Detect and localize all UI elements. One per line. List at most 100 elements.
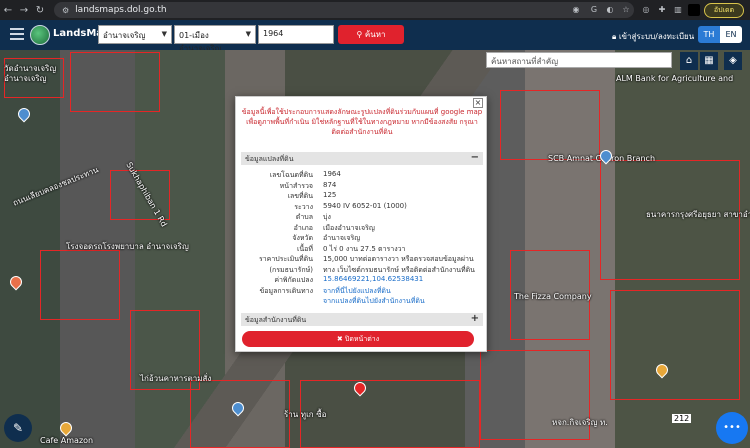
poi-marker[interactable]: [57, 419, 75, 437]
info-label: เนื้อที่: [297, 244, 313, 253]
info-label: จังหวัด: [292, 234, 313, 242]
section-title: ข้อมูลสำนักงานที่ดิน: [245, 316, 307, 324]
info-value: เมืองอำนาจเจริญ: [323, 223, 375, 232]
scale-label: 212: [672, 414, 692, 423]
section-title: ข้อมูลแปลงที่ดิน: [245, 155, 294, 163]
chevron-down-icon: ▼: [161, 30, 167, 38]
info-value: 1964: [323, 170, 341, 178]
extension-g-icon[interactable]: G: [588, 4, 600, 16]
info-row: เลขที่ดิน 125: [241, 191, 483, 202]
info-row: จังหวัด อำนาจเจริญ: [241, 233, 483, 244]
info-label: ค่าพิกัดแปลง: [274, 276, 313, 284]
info-value: 125: [323, 191, 337, 199]
map-label: ALM Bank for Agriculture and: [616, 74, 734, 83]
chevron-down-icon: ▼: [245, 30, 251, 38]
grid-icon[interactable]: ▦: [700, 52, 718, 70]
map-label: Cafe Amazon: [40, 436, 94, 445]
map-label: หจก.กิจเจริญ ท.: [552, 418, 608, 427]
extension-icon[interactable]: ◐: [604, 4, 616, 16]
info-row: เนื้อที่ 0 ไร่ 0 งาน 27.5 ตารางวา: [241, 244, 483, 255]
site-info-icon[interactable]: ⚙: [62, 6, 69, 15]
land-office-section-header[interactable]: ข้อมูลสำนักงานที่ดิน +: [241, 313, 483, 326]
layers-icon[interactable]: ◈: [724, 52, 742, 70]
info-label: อำเภอ: [293, 223, 313, 232]
parcel-number-value: 1964: [263, 29, 284, 38]
info-row: เลขโฉนดที่ดิน 1964: [241, 170, 483, 181]
info-row: จากแปลงที่ดินไปยังสำนักงานที่ดิน: [241, 296, 483, 307]
parcel-info-table: เลขโฉนดที่ดิน 1964 หน้าสำรวจ 874 เลขที่ดิน 12…: [241, 170, 483, 307]
hamburger-menu-icon[interactable]: [10, 28, 24, 40]
expand-icon[interactable]: +: [471, 313, 479, 324]
info-value: ทาง เว็บไซต์กรมธนารักษ์ หรือติดต่อสำนักง…: [323, 265, 475, 274]
lock-icon: 🔒︎: [612, 32, 619, 41]
map-label: ถนนเลียบคลองชลประทาน: [11, 165, 100, 208]
poi-marker[interactable]: [15, 105, 33, 123]
info-row: หน้าสำรวจ 874: [241, 181, 483, 192]
info-link[interactable]: จากแปลงที่ดินไปยังสำนักงานที่ดิน: [323, 296, 425, 307]
home-icon[interactable]: ⌂: [680, 52, 698, 70]
info-label: ตำบล: [295, 213, 313, 221]
back-icon[interactable]: ←: [0, 5, 16, 16]
close-window-button[interactable]: ✖ ปิดหน้าต่าง: [242, 331, 474, 347]
address-bar[interactable]: ⚙ landsmaps.dol.go.th: [54, 2, 634, 18]
update-button[interactable]: อัปเดต: [704, 3, 744, 18]
parcel-info-dialog: × ข้อมูลนี้เพื่อใช้ประกอบการแสดงลักษณะรู…: [235, 96, 487, 352]
login-register-link[interactable]: 🔒︎ เข้าสู่ระบบ/ลงทะเบียน: [612, 30, 694, 43]
bookmark-star-icon[interactable]: ☆: [620, 4, 632, 16]
chat-icon[interactable]: •••: [716, 412, 748, 444]
place-search-input[interactable]: ค้นหาสถานที่สำคัญ: [486, 52, 672, 68]
sidebar-icon[interactable]: ▥: [672, 4, 684, 16]
district-select[interactable]: 01-เมืองอำนาจเจริญ ▼: [174, 25, 256, 53]
lang-th-button[interactable]: TH: [698, 26, 720, 43]
map-label: ไก่อ้วนคาหารตามสั่ง: [140, 374, 212, 383]
url-text: landsmaps.dol.go.th: [75, 5, 167, 15]
map-label: ร้าน ทูเก ซื้อ: [284, 410, 327, 419]
info-label: เลขโฉนดที่ดิน: [269, 171, 313, 179]
info-label: หน้าสำรวจ: [279, 181, 313, 190]
parcel-number-input[interactable]: 1964: [258, 25, 334, 44]
info-row: ค่าพิกัดแปลง 15.86469221,104.62538431: [241, 275, 483, 286]
app-header: LandsMaps อำนาจเจริญ ▼ 01-เมืองอำนาจเจริ…: [0, 20, 750, 53]
info-value: 5940 IV 6052-01 (1000): [323, 201, 407, 210]
parcel-outline: [300, 380, 480, 448]
map-label: โรงจอดรถโรงพยาบาล อำนาจเจริญ: [66, 242, 189, 251]
info-value: บุ่ง: [323, 213, 331, 221]
info-label: (กรมธนารักษ์): [269, 265, 313, 274]
parcel-outline: [500, 90, 600, 160]
reload-icon[interactable]: ↻: [32, 5, 48, 16]
forward-icon[interactable]: →: [16, 5, 32, 16]
collapse-icon[interactable]: −: [471, 152, 479, 163]
parcel-outline: [40, 250, 120, 320]
province-select-value: อำนาจเจริญ: [103, 31, 146, 40]
info-row: (กรมธนารักษ์) ทาง เว็บไซต์กรมธนารักษ์ หรื…: [241, 265, 483, 276]
avatar[interactable]: [688, 4, 700, 16]
puzzle-icon[interactable]: ✚: [656, 4, 668, 16]
landsmaps-logo: [30, 25, 50, 45]
location-icon[interactable]: ◉: [570, 4, 582, 16]
info-link[interactable]: จากที่นี่ไปยังแปลงที่ดิน: [323, 286, 391, 297]
browser-toolbar: ← → ↻ ⚙ landsmaps.dol.go.th ◉ G ◐ ☆ ◎ ✚ …: [0, 0, 750, 20]
tools-icon[interactable]: ✎: [4, 414, 32, 442]
info-row: ราคาประเมินที่ดิน 15,000 บาทต่อตารางวา หร…: [241, 254, 483, 265]
province-select[interactable]: อำนาจเจริญ ▼: [98, 25, 172, 44]
parcel-info-section-header[interactable]: ข้อมูลแปลงที่ดิน −: [241, 152, 483, 165]
info-row: ตำบล บุ่ง: [241, 212, 483, 223]
extension-c-icon[interactable]: ◎: [640, 4, 652, 16]
map-label: ธนาคารกรุงศรีอยุธยา สาขาอำนาจเจริญ: [646, 210, 750, 219]
search-button-label: ค้นหา: [364, 30, 386, 39]
lang-en-button[interactable]: EN: [720, 26, 742, 43]
parcel-outline: [610, 290, 740, 400]
search-button[interactable]: ⚲ ค้นหา: [338, 25, 404, 44]
info-row: ข้อมูลการเดินทาง จากที่นี่ไปยังแปลงที่ดิน: [241, 286, 483, 297]
poi-marker[interactable]: [7, 273, 25, 291]
info-value: 15,000 บาทต่อตารางวา หรือตรวจสอบข้อมูลผ่…: [323, 255, 474, 263]
info-link[interactable]: 15.86469221,104.62538431: [323, 275, 423, 283]
info-value: 874: [323, 180, 337, 189]
map-label: The Fizza Company: [514, 292, 592, 301]
info-value: อำนาจเจริญ: [323, 234, 361, 242]
search-icon: ⚲: [356, 30, 365, 39]
info-row: อำเภอ เมืองอำนาจเจริญ: [241, 223, 483, 234]
info-label: ข้อมูลการเดินทาง: [259, 286, 313, 295]
info-label: เลขที่ดิน: [287, 192, 313, 200]
login-label: เข้าสู่ระบบ/ลงทะเบียน: [618, 32, 695, 41]
